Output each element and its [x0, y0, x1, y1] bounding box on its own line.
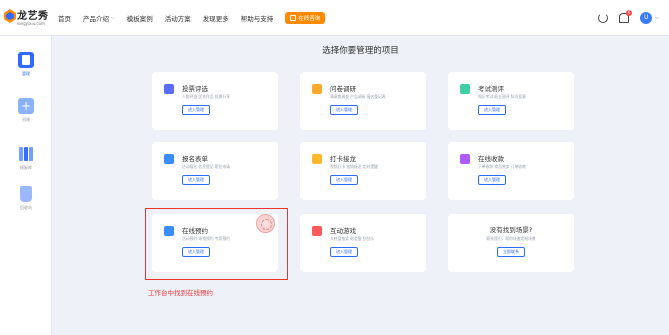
- contact-us-button[interactable]: 立即联系: [497, 247, 525, 257]
- header-actions: 6 U ⌵: [598, 0, 659, 36]
- sidebar-item-label: 创建: [22, 117, 30, 122]
- card-desc: 满意度调查 产品调研 报名登记表: [330, 94, 386, 99]
- card-title: 问卷调研: [330, 85, 356, 93]
- sidebar-item-label: 管理: [22, 71, 30, 76]
- nav-item-solutions[interactable]: 活动方案: [165, 13, 191, 23]
- enter-manage-button[interactable]: 进入管理: [182, 105, 210, 115]
- nav-item-help[interactable]: 帮助与支持: [241, 13, 274, 23]
- enter-manage-button[interactable]: 进入管理: [330, 175, 358, 185]
- enter-manage-button[interactable]: 进入管理: [330, 247, 358, 257]
- page-title: 选择你要管理的项目: [322, 46, 399, 56]
- annotation-text: 工作台中找到在线预约: [148, 289, 213, 297]
- card-no-scene: 没有找到场景? 联系我们，帮你快速定制场景 立即联系: [448, 214, 574, 272]
- brand-name: 龙艺秀: [17, 11, 49, 22]
- card-title: 在线收款: [478, 155, 504, 163]
- card-title: 没有找到场景?: [489, 226, 533, 234]
- enter-manage-button[interactable]: 进入管理: [182, 175, 210, 185]
- card-exam[interactable]: 考试测评 知识考试 职业测评 知识竞赛 进入管理: [448, 72, 574, 130]
- card-game[interactable]: 互动游戏 大转盘抽奖 砸金蛋 刮刮乐 进入管理: [300, 214, 426, 272]
- sidebar-item-templates[interactable]: 模板库: [0, 146, 52, 171]
- refresh-icon[interactable]: [598, 13, 609, 23]
- card-survey[interactable]: 问卷调研 满意度调查 产品调研 报名登记表 进入管理: [300, 72, 426, 130]
- logo-mark-icon: [4, 9, 16, 23]
- plus-icon: [18, 98, 34, 114]
- chat-icon: [290, 15, 297, 21]
- nav-item-templates[interactable]: 模板案例: [127, 13, 153, 23]
- card-title: 互动游戏: [330, 227, 356, 235]
- highlight-box: [145, 208, 288, 280]
- gift-icon: [312, 226, 322, 236]
- card-desc: 下单收款 商品售卖 订单收款: [478, 164, 526, 169]
- sidebar-item-manage[interactable]: 管理: [0, 52, 52, 77]
- card-title: 打卡接龙: [330, 155, 356, 163]
- sidebar-item-create[interactable]: 创建: [0, 98, 52, 123]
- nav-item-discover[interactable]: 发现更多: [203, 13, 229, 23]
- card-desc: 视频打卡 拍照接龙 定时提醒: [330, 164, 378, 169]
- card-desc: 大转盘抽奖 砸金蛋 刮刮乐: [330, 236, 375, 241]
- trash-icon: [20, 186, 32, 202]
- sidebar: 管理 创建 模板库 回收站: [0, 36, 52, 335]
- top-bar: 龙艺秀 longyixiu.com 首页 产品介绍 ⌵ 模板案例 活动方案 发现更…: [0, 0, 669, 36]
- document-icon: [18, 52, 34, 68]
- card-vote[interactable]: 投票评选 人物评选 优秀作品 投票分享 进入管理: [152, 72, 278, 130]
- sidebar-item-label: 模板库: [20, 165, 32, 170]
- card-signup-form[interactable]: 报名表单 活动报名 信息登记 职位申请 进入管理: [152, 142, 278, 200]
- card-desc: 联系我们，帮你快速定制场景: [486, 236, 536, 241]
- card-checkin[interactable]: 打卡接龙 视频打卡 拍照接龙 定时提醒 进入管理: [300, 142, 426, 200]
- nav-item-home[interactable]: 首页: [58, 13, 71, 23]
- consult-badge-button[interactable]: 在线咨询: [285, 12, 326, 24]
- trophy-icon: [164, 84, 174, 94]
- chevron-down-icon: ⌵: [111, 15, 115, 21]
- form-icon: [164, 154, 174, 164]
- notification-count: 6: [626, 10, 633, 16]
- enter-manage-button[interactable]: 进入管理: [330, 105, 358, 115]
- card-payment[interactable]: 在线收款 下单收款 商品售卖 订单收款 进入管理: [448, 142, 574, 200]
- avatar[interactable]: U: [640, 12, 653, 24]
- brand-logo[interactable]: 龙艺秀 longyixiu.com: [4, 6, 50, 32]
- enter-manage-button[interactable]: 进入管理: [478, 105, 506, 115]
- card-title: 考试测评: [478, 85, 504, 93]
- bell-icon[interactable]: 6: [619, 10, 633, 23]
- card-desc: 人物评选 优秀作品 投票分享: [182, 94, 230, 99]
- card-title: 投票评选: [182, 85, 208, 93]
- card-title: 报名表单: [182, 155, 208, 163]
- wallet-icon: [460, 154, 470, 164]
- main-nav: 首页 产品介绍 ⌵ 模板案例 活动方案 发现更多 帮助与支持 在线咨询: [58, 0, 326, 36]
- clipboard-icon: [312, 84, 322, 94]
- card-desc: 知识考试 职业测评 知识竞赛: [478, 94, 526, 99]
- nav-item-products[interactable]: 产品介绍 ⌵: [83, 13, 115, 23]
- enter-manage-button[interactable]: 进入管理: [478, 175, 506, 185]
- sidebar-item-label: 回收站: [20, 205, 32, 210]
- sidebar-item-trash[interactable]: 回收站: [0, 186, 52, 211]
- exam-icon: [460, 84, 470, 94]
- chevron-down-icon[interactable]: ⌵: [655, 15, 659, 21]
- card-desc: 活动报名 信息登记 职位申请: [182, 164, 230, 169]
- checkin-icon: [312, 154, 322, 164]
- books-icon: [18, 146, 34, 162]
- brand-url: longyixiu.com: [17, 21, 45, 26]
